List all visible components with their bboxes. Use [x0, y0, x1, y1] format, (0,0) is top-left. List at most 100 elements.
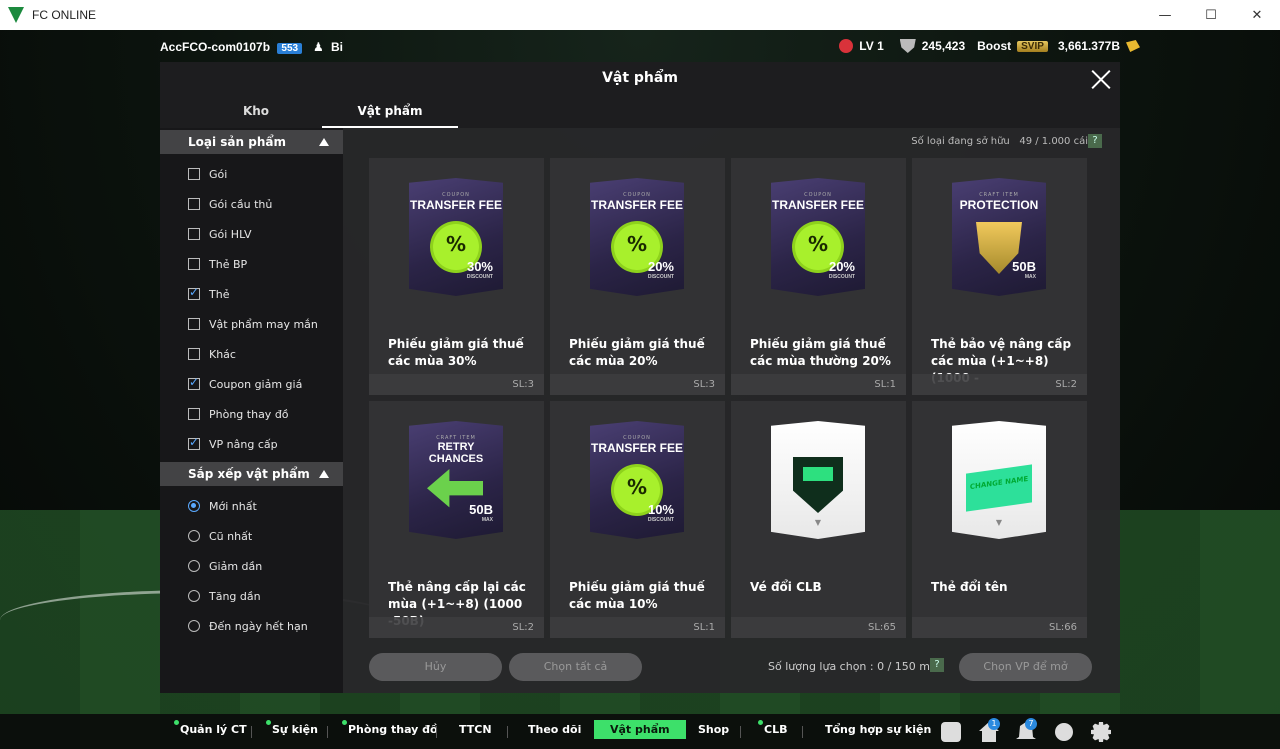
checkbox-icon [188, 198, 200, 210]
sort-radio[interactable]: Giảm dần [188, 558, 262, 574]
bi-icon: ♟ [313, 40, 324, 54]
sort-radio[interactable]: Cũ nhất [188, 528, 252, 544]
nav-item-phong-thay-do[interactable]: Phòng thay đồ [342, 720, 438, 736]
item-quantity: SL:3 [693, 379, 715, 390]
status-bar: AccFCO-com0107b 553 ♟ Bi LV 1 245,423 Bo… [0, 36, 1280, 58]
nav-item-clb[interactable]: CLB [758, 720, 787, 736]
sort-label: Cũ nhất [209, 529, 253, 543]
filter-checkbox[interactable]: Khác [188, 346, 236, 362]
select-all-button[interactable]: Chọn tất cả [509, 653, 642, 681]
points-value: 245,423 [921, 39, 966, 53]
item-card[interactable]: CHANGE NAME ▼ Thẻ đổi tên SL:66 [912, 401, 1087, 638]
item-card[interactable]: ▼ Vé đổi CLB SL:65 [731, 401, 906, 638]
sort-radio[interactable]: Đến ngày hết hạn [188, 618, 308, 634]
sort-label: Giảm dần [209, 559, 263, 573]
sort-label: Mới nhất [209, 499, 257, 513]
filter-label: Phòng thay đồ [209, 407, 289, 421]
filter-checkbox[interactable]: Coupon giảm giá [188, 375, 303, 392]
checkbox-checked-icon [188, 285, 200, 300]
nav-label: Vật phẩm [610, 723, 670, 736]
nav-label: Quản lý CT [180, 723, 247, 736]
level-icon [839, 39, 854, 53]
filter-checkbox[interactable]: Gói [188, 166, 227, 182]
nav-item-quan-ly-ct[interactable]: Quản lý CT [174, 720, 247, 736]
sort-label: Tăng dần [209, 589, 261, 603]
filter-checkbox[interactable]: Phòng thay đồ [188, 406, 289, 422]
open-items-button[interactable]: Chọn VP để mở [959, 653, 1092, 681]
owned-label: Số loại đang sở hữu [911, 136, 1010, 147]
cancel-button[interactable]: Hủy [369, 653, 502, 681]
art-sub: DISCOUNT [647, 517, 674, 523]
close-icon[interactable] [1090, 68, 1112, 90]
balance-value: 3,661.377B [1057, 39, 1120, 53]
nav-divider [507, 726, 508, 738]
item-quantity: SL:2 [512, 622, 534, 633]
filter-label: Thẻ [209, 287, 230, 301]
art-title: TRANSFER FEE [590, 198, 683, 212]
filter-checkbox[interactable]: Thẻ [188, 285, 230, 302]
art-title: TRANSFER FEE [771, 198, 864, 212]
filter-label: Coupon giảm giá [209, 377, 303, 391]
sort-radio[interactable]: Mới nhất [188, 498, 257, 514]
item-card[interactable]: CRAFT ITEM PROTECTION 50B MAX Thẻ bảo vệ … [912, 158, 1087, 395]
account-info: AccFCO-com0107b 553 [160, 40, 303, 54]
art-value-text: 20% [647, 259, 674, 274]
tab-kho[interactable]: Kho [188, 104, 324, 118]
art-sub: DISCOUNT [466, 274, 493, 280]
fc-logo-icon: ▼ [995, 518, 1003, 527]
filter-label: VP nâng cấp [209, 437, 278, 451]
art-title: RETRY CHANCES [428, 441, 484, 465]
coupon-art-icon: COUPON TRANSFER FEE % 20% DISCOUNT [771, 178, 865, 296]
art-title: TRANSFER FEE [409, 198, 502, 212]
item-quantity: SL:1 [693, 622, 715, 633]
sort-header[interactable]: Sắp xếp vật phẩm [160, 462, 343, 486]
art-sub: DISCOUNT [647, 274, 674, 280]
art-value: 20% DISCOUNT [648, 259, 674, 280]
item-card[interactable]: CRAFT ITEM RETRY CHANCES 50B MAX Thẻ nâng… [369, 401, 544, 638]
coin-icon [1126, 40, 1140, 52]
nav-item-ttcn[interactable]: TTCN [459, 723, 492, 736]
filter-checkbox[interactable]: Vật phẩm may mắn [188, 316, 318, 332]
item-card[interactable]: COUPON TRANSFER FEE % 30% DISCOUNT Phiếu … [369, 158, 544, 395]
item-card[interactable]: COUPON TRANSFER FEE % 20% DISCOUNT Phiếu … [550, 158, 725, 395]
radio-selected-icon [188, 500, 200, 512]
gear-icon[interactable] [1091, 722, 1111, 742]
filter-checkbox[interactable]: Gói HLV [188, 226, 252, 242]
nav-item-theo-doi[interactable]: Theo dõi [528, 723, 581, 736]
user-icon[interactable] [1055, 723, 1073, 741]
checkbox-icon [188, 228, 200, 240]
filter-label: Vật phẩm may mắn [209, 317, 318, 331]
chat-icon[interactable] [941, 722, 961, 742]
product-type-header-label: Loại sản phẩm [188, 135, 286, 149]
item-quantity: SL:66 [1048, 622, 1077, 633]
art-value-text: 10% [647, 502, 674, 517]
product-type-header[interactable]: Loại sản phẩm [160, 130, 343, 154]
owned-value: 49 / 1.000 cái [1019, 136, 1088, 147]
nav-divider [327, 726, 328, 738]
art-value-text: 50B [1012, 259, 1036, 274]
nav-label: Theo dõi [528, 723, 582, 736]
minimize-button[interactable]: — [1142, 0, 1188, 30]
filter-checkbox[interactable]: VP nâng cấp [188, 435, 278, 452]
item-card[interactable]: COUPON TRANSFER FEE % 20% DISCOUNT Phiếu … [731, 158, 906, 395]
nav-item-tong-hop-su-kien[interactable]: Tổng hợp sự kiện [825, 723, 931, 736]
help-icon[interactable]: ? [930, 658, 944, 672]
sort-radio[interactable]: Tăng dần [188, 588, 261, 604]
help-icon[interactable]: ? [1088, 134, 1102, 148]
filter-label: Gói HLV [209, 227, 252, 241]
nav-item-su-kien[interactable]: Sự kiện [266, 720, 318, 736]
window-close-button[interactable]: ✕ [1234, 0, 1280, 30]
points-icon [899, 39, 916, 53]
nav-item-vat-pham[interactable]: Vật phẩm [594, 720, 686, 739]
item-card[interactable]: COUPON TRANSFER FEE % 10% DISCOUNT Phiếu … [550, 401, 725, 638]
tab-vat-pham[interactable]: Vật phẩm [322, 104, 458, 128]
nav-divider [802, 726, 803, 738]
radio-icon [188, 620, 200, 632]
filter-checkbox[interactable]: Gói cầu thủ [188, 196, 272, 212]
selected-count: Số lượng lựa chọn : 0 / 150 món [768, 660, 944, 673]
bi-label: Bi [331, 40, 343, 54]
maximize-button[interactable]: ☐ [1188, 0, 1234, 30]
nav-item-shop[interactable]: Shop [698, 723, 729, 736]
filter-checkbox[interactable]: Thẻ BP [188, 256, 247, 272]
nav-label: Phòng thay đồ [348, 723, 438, 736]
